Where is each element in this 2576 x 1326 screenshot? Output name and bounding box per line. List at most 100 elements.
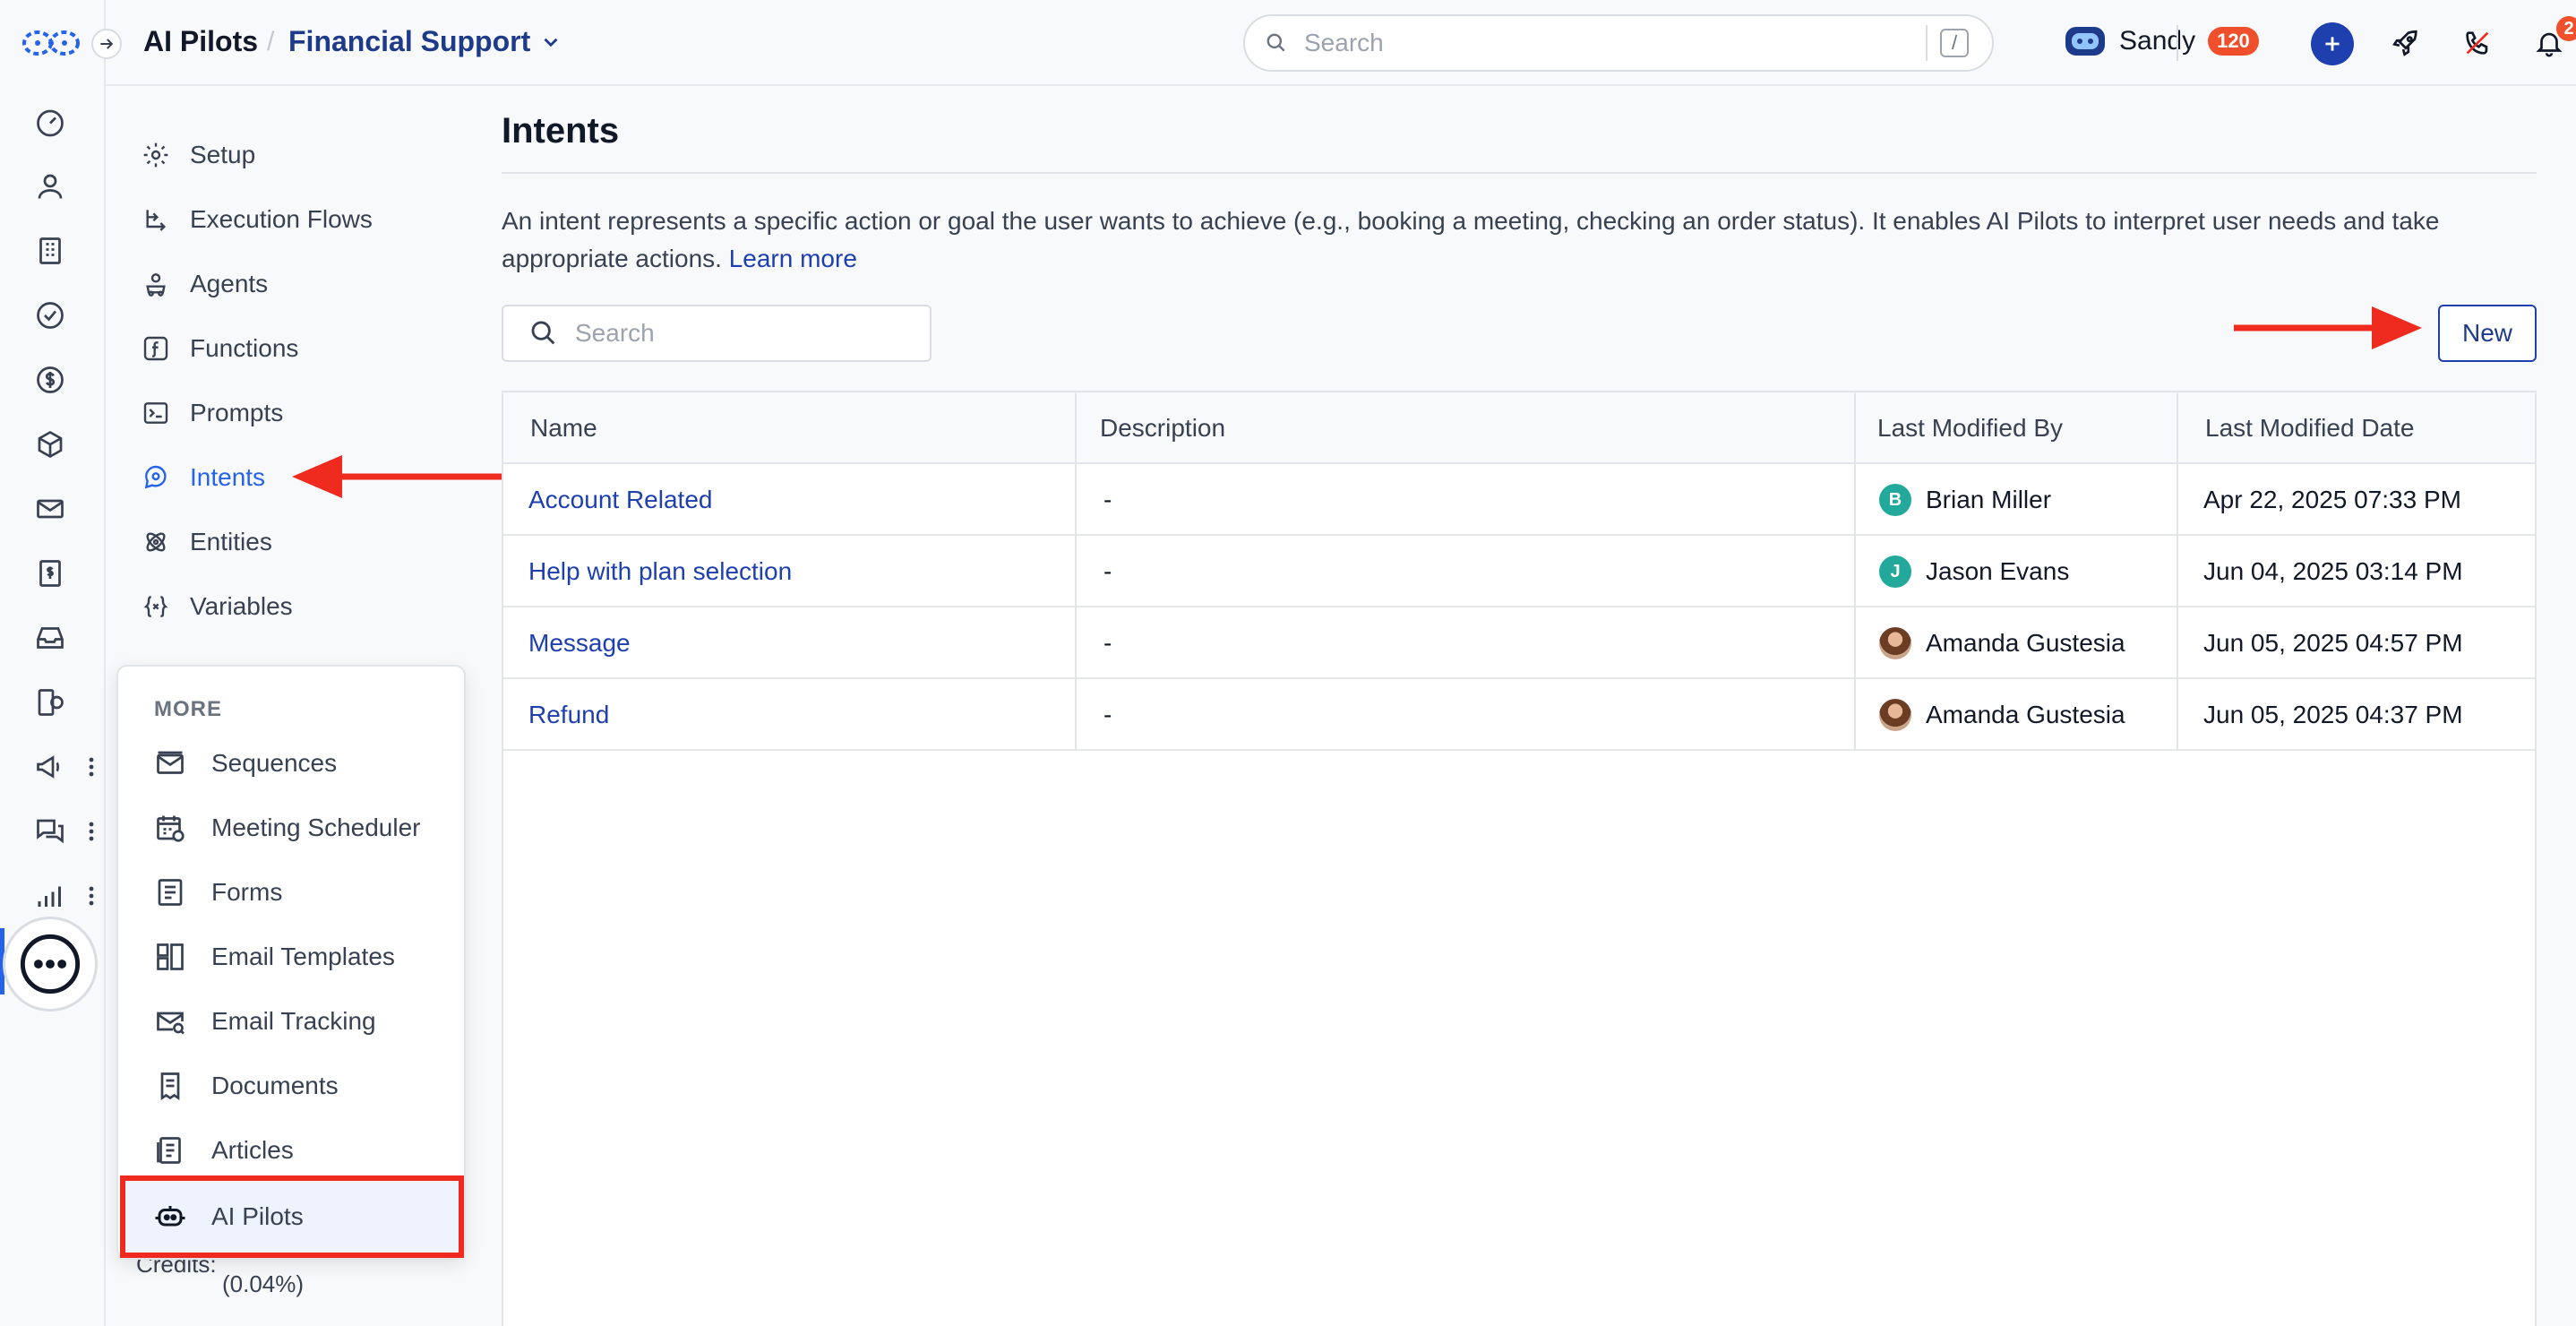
user-points-badge: 120: [2208, 27, 2259, 56]
workspace-selector[interactable]: Financial Support: [288, 25, 562, 58]
expand-rail-button[interactable]: [91, 29, 122, 59]
inbox-icon[interactable]: [30, 618, 70, 658]
more-item-articles[interactable]: Articles: [118, 1120, 464, 1181]
table-row[interactable]: Account Related - B Brian Miller Apr 22,…: [503, 464, 2535, 536]
rocket-icon[interactable]: [2384, 22, 2427, 65]
title-divider: [502, 172, 2537, 174]
annotation-arrow-intents: [292, 455, 502, 498]
column-header-last-modified-by[interactable]: Last Modified By: [1877, 392, 2063, 464]
modified-by: B Brian Miller: [1879, 464, 2051, 536]
more-item-label: Meeting Scheduler: [211, 814, 421, 841]
template-icon: [157, 943, 184, 970]
intent-icon: [144, 465, 167, 489]
intent-description: -: [1103, 629, 1112, 657]
more-item-label: Sequences: [211, 749, 338, 777]
more-item-documents[interactable]: Documents: [118, 1055, 464, 1116]
intent-description: -: [1103, 486, 1112, 513]
intent-search-input[interactable]: [575, 319, 930, 348]
sidebar-item-label: Functions: [190, 334, 299, 362]
intent-name-link[interactable]: Message: [528, 607, 631, 679]
more-item-ai-pilots[interactable]: AI Pilots: [120, 1175, 464, 1258]
modified-by-name: Brian Miller: [1926, 486, 2052, 513]
mail-icon[interactable]: [30, 489, 70, 529]
user-photo-avatar: [1879, 699, 1911, 731]
search-icon: [531, 321, 555, 345]
column-divider: [2177, 392, 2178, 751]
table-row[interactable]: Help with plan selection - J Jason Evans…: [503, 536, 2535, 607]
companies-icon[interactable]: [30, 231, 70, 271]
prompt-icon: [143, 402, 168, 424]
sidebar-item-intents[interactable]: Intents: [142, 455, 265, 500]
conversations-more-icon[interactable]: [82, 814, 100, 849]
user-initial-avatar: B: [1879, 484, 1911, 516]
intent-description: -: [1103, 557, 1112, 585]
more-item-email-tracking[interactable]: Email Tracking: [118, 991, 464, 1052]
user-name: Sandy: [2119, 26, 2196, 56]
products-icon[interactable]: [30, 425, 70, 464]
learn-more-link[interactable]: Learn more: [729, 245, 857, 272]
modified-date: Apr 22, 2025 07:33 PM: [2203, 486, 2461, 513]
more-item-label: Email Tracking: [211, 1007, 376, 1035]
more-item-email-templates[interactable]: Email Templates: [118, 926, 464, 987]
table-row[interactable]: Message - Amanda Gustesia Jun 05, 2025 0…: [503, 607, 2535, 679]
top-header: AI Pilots / Financial Support / Sandy 12…: [106, 0, 2576, 86]
more-item-label: Email Templates: [211, 943, 395, 970]
create-new-button[interactable]: [2311, 22, 2354, 65]
more-menu-title: MORE: [154, 697, 222, 721]
phone-off-icon[interactable]: [2456, 22, 2499, 65]
plus-icon: [2325, 37, 2340, 51]
column-divider: [1075, 392, 1077, 751]
intents-table: Name Description Last Modified By Last M…: [502, 391, 2537, 1326]
annotation-arrow-new: [2234, 306, 2422, 349]
more-item-forms[interactable]: Forms: [118, 862, 464, 923]
app-logo[interactable]: [21, 27, 81, 59]
function-icon: [143, 336, 168, 361]
more-apps-button[interactable]: [5, 919, 95, 1009]
sidebar-item-execution-flows[interactable]: Execution Flows: [142, 197, 373, 242]
user-photo-avatar: [1879, 627, 1911, 659]
invoices-icon[interactable]: [30, 554, 70, 593]
more-item-meeting-scheduler[interactable]: Meeting Scheduler: [118, 797, 464, 858]
intent-name-link[interactable]: Help with plan selection: [528, 536, 792, 607]
search-icon: [1267, 33, 1285, 52]
column-header-name[interactable]: Name: [530, 392, 597, 464]
page-description: An intent represents a specific action o…: [502, 202, 2537, 278]
analytics-icon[interactable]: [30, 876, 70, 916]
sidebar-item-setup[interactable]: Setup: [142, 133, 255, 177]
intent-name-link[interactable]: Refund: [528, 679, 609, 751]
sidebar-item-entities[interactable]: Entities: [142, 520, 272, 564]
sidebar-item-functions[interactable]: Functions: [142, 326, 298, 371]
column-header-description[interactable]: Description: [1100, 392, 1225, 464]
sidebar-item-label: Setup: [190, 141, 256, 168]
user-initial-avatar: J: [1879, 555, 1911, 588]
more-item-label: AI Pilots: [211, 1202, 304, 1230]
column-header-last-modified-date[interactable]: Last Modified Date: [2205, 392, 2414, 464]
modified-date: Jun 05, 2025 04:57 PM: [2203, 629, 2463, 657]
tasks-icon[interactable]: [30, 296, 70, 335]
new-intent-button[interactable]: New: [2438, 305, 2537, 362]
more-item-sequences[interactable]: Sequences: [118, 733, 464, 794]
table-row[interactable]: Refund - Amanda Gustesia Jun 05, 2025 04…: [503, 679, 2535, 751]
bot-icon: [155, 1206, 185, 1227]
dashboard-icon[interactable]: [30, 102, 70, 142]
title-separator: /: [267, 27, 275, 56]
intent-name-link[interactable]: Account Related: [528, 464, 712, 536]
sequence-mail-icon: [157, 751, 184, 774]
conversations-icon[interactable]: [30, 812, 70, 851]
deals-icon[interactable]: [30, 360, 70, 400]
intent-search-box[interactable]: [502, 305, 932, 362]
contacts-icon[interactable]: [30, 167, 70, 206]
global-search-input[interactable]: [1304, 29, 1940, 57]
sidebar-item-variables[interactable]: Variables: [142, 584, 293, 629]
campaigns-more-icon[interactable]: [82, 749, 100, 785]
analytics-more-icon[interactable]: [82, 878, 100, 914]
campaigns-icon[interactable]: [30, 747, 70, 787]
sidebar-item-prompts[interactable]: Prompts: [142, 391, 283, 435]
sidebar-item-label: Prompts: [190, 399, 284, 426]
user-chip[interactable]: Sandy 120: [2064, 23, 2259, 59]
modified-by: Amanda Gustesia: [1879, 679, 2125, 751]
support-icon[interactable]: [30, 683, 70, 722]
sidebar-item-agents[interactable]: Agents: [142, 262, 268, 306]
sidebar-item-label: Variables: [190, 592, 293, 620]
global-search-box[interactable]: /: [1243, 14, 1994, 72]
